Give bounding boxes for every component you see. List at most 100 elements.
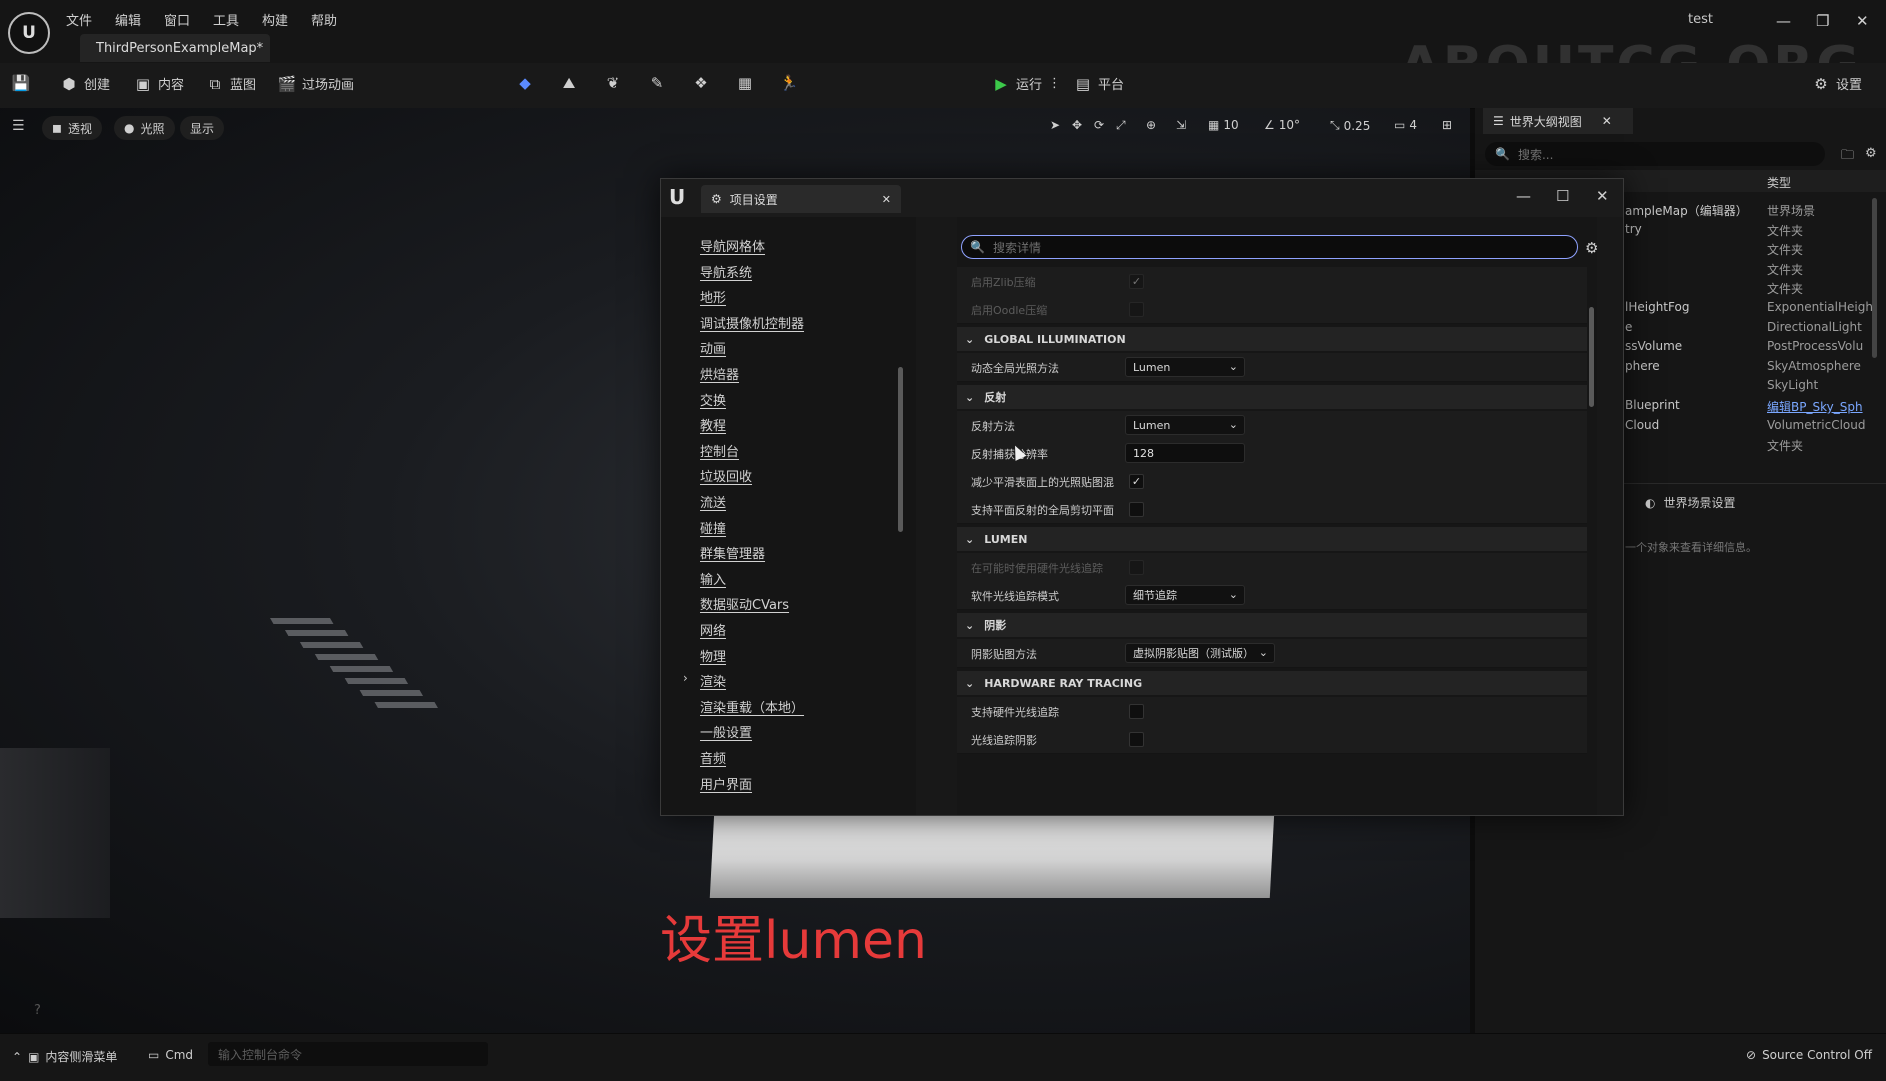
close-tab-icon[interactable]: ✕: [1602, 114, 1612, 128]
play-button[interactable]: ▶ 运行 ⋮: [992, 74, 1061, 94]
settings-section-header[interactable]: ⌄ HARDWARE RAY TRACING: [957, 671, 1587, 695]
perspective-button[interactable]: ◼ 透视: [42, 116, 102, 140]
fracture-mode-icon[interactable]: ❖: [692, 74, 710, 92]
outliner-scrollbar[interactable]: [1872, 198, 1877, 358]
menu-build[interactable]: 构建: [262, 10, 288, 29]
property-number-input[interactable]: 128: [1125, 443, 1245, 463]
select-icon[interactable]: ➤: [1050, 118, 1060, 132]
settings-section-header[interactable]: ⌄ LUMEN: [957, 527, 1587, 551]
content-button[interactable]: ▣ 内容: [134, 74, 184, 94]
settings-category-item[interactable]: 流送: [700, 492, 726, 511]
surface-snap-icon[interactable]: ⇲: [1176, 118, 1186, 132]
type-column-header[interactable]: 类型: [1767, 174, 1791, 191]
property-dropdown[interactable]: Lumen ⌄: [1125, 357, 1245, 377]
layout-icon[interactable]: ⊞: [1442, 118, 1452, 132]
landscape-mode-icon[interactable]: ⛰: [560, 74, 578, 92]
close-icon[interactable]: ✕: [1596, 187, 1609, 205]
unreal-logo-icon[interactable]: U: [8, 12, 50, 54]
settings-category-item[interactable]: 控制台: [700, 441, 739, 460]
details-search-input[interactable]: 🔍 搜索详情: [961, 235, 1578, 259]
property-checkbox[interactable]: [1129, 704, 1144, 719]
menu-help[interactable]: 帮助: [311, 10, 337, 29]
chevron-right-icon[interactable]: ›: [683, 671, 688, 685]
settings-category-item[interactable]: 碰撞: [700, 518, 726, 537]
menu-edit[interactable]: 编辑: [115, 10, 141, 29]
select-mode-icon[interactable]: ◆: [516, 74, 534, 92]
category-scrollbar[interactable]: [898, 367, 903, 532]
settings-category-item[interactable]: 导航网格体: [700, 236, 765, 255]
settings-button[interactable]: ⚙ 设置: [1812, 74, 1862, 94]
property-dropdown[interactable]: 细节追踪 ⌄: [1125, 585, 1245, 605]
project-settings-tab[interactable]: ⚙ 项目设置 ✕: [701, 185, 901, 213]
play-options-icon[interactable]: ⋮: [1048, 76, 1061, 91]
brush-mode-icon[interactable]: ▦: [736, 74, 754, 92]
outliner-search[interactable]: 🔍 搜索...: [1485, 142, 1825, 166]
add-folder-icon[interactable]: 🗀: [1841, 146, 1854, 168]
world-settings-tab[interactable]: ◐ 世界场景设置: [1645, 494, 1736, 511]
content-drawer-button[interactable]: ⌃ ▣ 内容侧滑菜单: [12, 1048, 117, 1065]
hamburger-icon[interactable]: ☰: [12, 118, 25, 134]
settings-category-item[interactable]: 教程: [700, 415, 726, 434]
document-tab[interactable]: ThirdPersonExampleMap*: [80, 34, 270, 62]
source-control-button[interactable]: ⊘ Source Control Off: [1746, 1048, 1872, 1062]
property-checkbox[interactable]: [1129, 732, 1144, 747]
property-dropdown[interactable]: 虚拟阴影贴图（测试版） ⌄: [1125, 643, 1275, 663]
settings-section-header[interactable]: ⌄ 阴影: [957, 613, 1587, 637]
grid-snap-button[interactable]: ▦ 10: [1208, 118, 1239, 132]
settings-section-header[interactable]: ⌄ GLOBAL ILLUMINATION: [957, 327, 1587, 351]
cmd-button[interactable]: ▭ Cmd: [148, 1048, 193, 1062]
menu-file[interactable]: 文件: [66, 10, 92, 29]
minimize-icon[interactable]: —: [1516, 187, 1531, 205]
settings-category-item[interactable]: 音频: [700, 748, 726, 767]
property-checkbox[interactable]: [1129, 502, 1144, 517]
settings-category-item[interactable]: 渲染重载（本地）: [700, 697, 804, 716]
scale-snap-button[interactable]: ⤡ 0.25: [1330, 118, 1370, 133]
platform-button[interactable]: ▤ 平台: [1074, 74, 1124, 94]
property-checkbox[interactable]: [1129, 302, 1144, 317]
property-checkbox[interactable]: ✓: [1129, 474, 1144, 489]
close-tab-icon[interactable]: ✕: [882, 193, 891, 206]
settings-section-header[interactable]: ⌄ 反射: [957, 385, 1587, 409]
translate-icon[interactable]: ✥: [1072, 118, 1082, 132]
settings-category-item[interactable]: 物理: [700, 646, 726, 665]
world-local-icon[interactable]: ⊕: [1146, 118, 1156, 132]
console-command-input[interactable]: 输入控制台命令: [208, 1042, 488, 1066]
settings-category-item[interactable]: 地形: [700, 287, 726, 306]
close-icon[interactable]: ✕: [1856, 12, 1869, 30]
settings-category-item[interactable]: 烘焙器: [700, 364, 739, 383]
settings-category-item[interactable]: 动画: [700, 338, 726, 357]
property-checkbox[interactable]: ✓: [1129, 274, 1144, 289]
settings-category-item[interactable]: 输入: [700, 569, 726, 588]
settings-category-item[interactable]: 垃圾回收: [700, 466, 752, 485]
settings-category-item[interactable]: 数据驱动CVars: [700, 594, 789, 613]
settings-category-item[interactable]: 网络: [700, 620, 726, 639]
save-icon[interactable]: 💾: [12, 74, 31, 92]
settings-category-item[interactable]: 导航系统: [700, 262, 752, 281]
create-button[interactable]: ⬢ 创建: [60, 74, 110, 94]
property-dropdown[interactable]: Lumen ⌄: [1125, 415, 1245, 435]
mesh-paint-icon[interactable]: ✎: [648, 74, 666, 92]
settings-category-item[interactable]: 一般设置: [700, 722, 752, 741]
restore-icon[interactable]: ❐: [1816, 12, 1829, 30]
edit-blueprint-link[interactable]: 编辑BP_Sky_Sph: [1767, 398, 1863, 415]
settings-category-item[interactable]: 用户界面: [700, 774, 752, 793]
settings-category-item[interactable]: 渲染: [700, 671, 726, 690]
scale-icon[interactable]: ⤢: [1116, 118, 1126, 133]
animation-mode-icon[interactable]: 🏃: [780, 74, 799, 92]
camera-speed-button[interactable]: ▭ 4: [1394, 118, 1417, 132]
rotation-snap-button[interactable]: ∠ 10°: [1264, 118, 1300, 132]
details-scrollbar[interactable]: [1589, 307, 1594, 407]
maximize-icon[interactable]: ☐: [1556, 187, 1569, 205]
settings-category-item[interactable]: 调试摄像机控制器: [700, 313, 804, 332]
show-button[interactable]: 显示: [180, 116, 225, 140]
property-checkbox[interactable]: [1129, 560, 1144, 575]
foliage-mode-icon[interactable]: ❦: [604, 74, 622, 92]
details-settings-icon[interactable]: ⚙: [1585, 239, 1597, 257]
menu-window[interactable]: 窗口: [164, 10, 190, 29]
outliner-settings-icon[interactable]: ⚙: [1865, 146, 1877, 161]
rotate-icon[interactable]: ⟳: [1094, 118, 1104, 132]
settings-category-item[interactable]: 交换: [700, 390, 726, 409]
outliner-tab[interactable]: ☰ 世界大纲视图 ✕: [1483, 108, 1633, 134]
help-icon[interactable]: ?: [34, 1003, 41, 1018]
lit-button[interactable]: ● 光照: [114, 116, 175, 140]
